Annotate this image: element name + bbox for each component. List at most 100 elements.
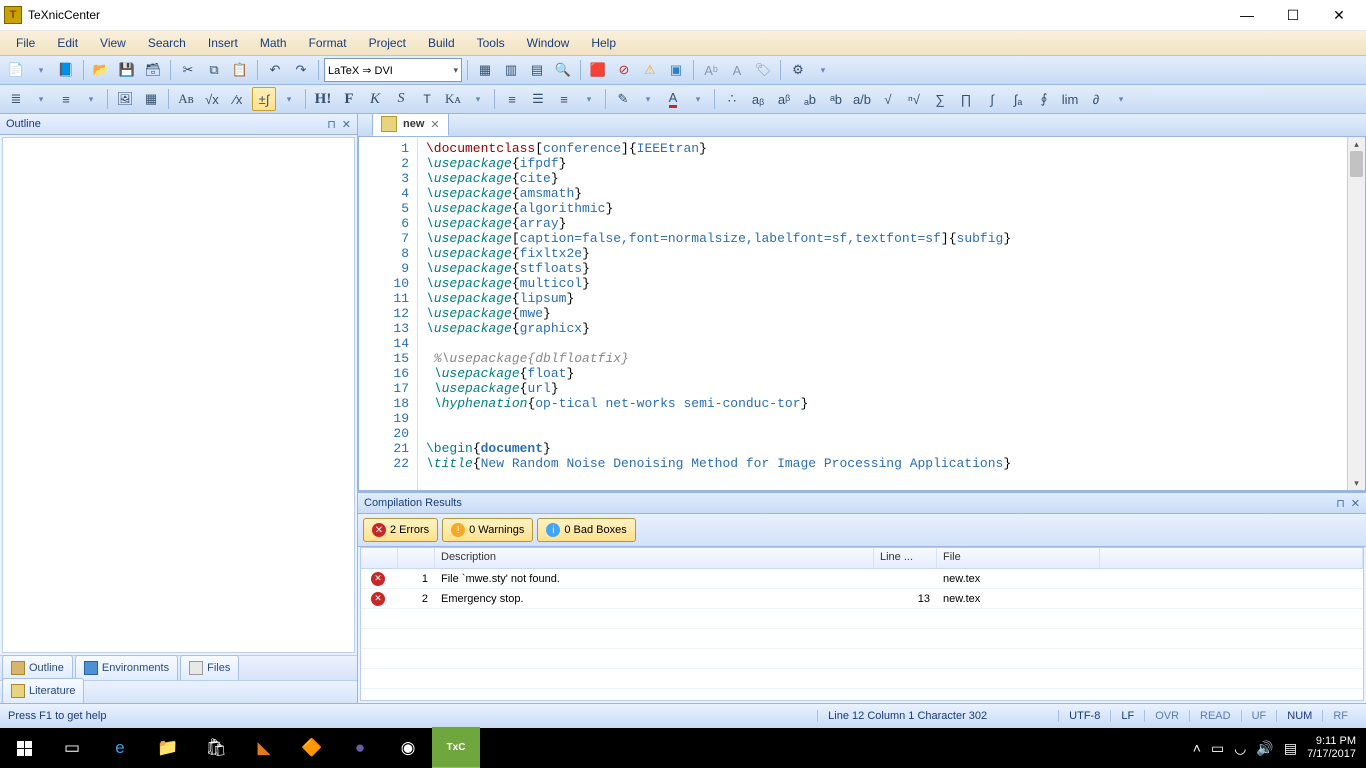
close-button[interactable]: ✕ — [1316, 0, 1362, 30]
tray-action-icon[interactable]: ▤ — [1284, 740, 1297, 757]
number-dropdown[interactable]: ▾ — [80, 94, 102, 105]
menu-project[interactable]: Project — [359, 33, 416, 53]
table-button[interactable]: ▦ — [139, 87, 163, 111]
math-tool-5[interactable]: ᵃb — [824, 87, 848, 111]
col-line[interactable]: Line ... — [874, 548, 937, 568]
minimize-button[interactable]: — — [1224, 0, 1270, 30]
math-tool-13[interactable]: ∮ — [1032, 87, 1056, 111]
menu-insert[interactable]: Insert — [198, 33, 248, 53]
taskbar-explorer[interactable]: 📁 — [144, 728, 192, 768]
copy-button[interactable]: ⧉ — [202, 58, 226, 82]
taskbar-matlab[interactable]: ◣ — [240, 728, 288, 768]
col-description[interactable]: Description — [435, 548, 874, 568]
menu-file[interactable]: File — [6, 33, 45, 53]
math-tool-9[interactable]: ∑ — [928, 87, 952, 111]
new-doc-button[interactable]: 📄 — [4, 58, 28, 82]
bookmark-button[interactable]: 🏷 — [751, 58, 775, 82]
align-right-button[interactable]: ≡ — [552, 87, 576, 111]
warnings-filter-button[interactable]: !0 Warnings — [442, 518, 533, 542]
sqrt-button[interactable]: √x — [200, 87, 224, 111]
math-row-dropdown[interactable]: ▾ — [1110, 94, 1132, 105]
next-error-button[interactable]: ⊘ — [612, 58, 636, 82]
taskbar-chrome[interactable]: ◉ — [384, 728, 432, 768]
open-button[interactable]: 📂 — [89, 58, 113, 82]
math-tool-11[interactable]: ∫ — [980, 87, 1004, 111]
math-tool-6[interactable]: a/b — [850, 87, 874, 111]
outline-tree[interactable] — [2, 137, 355, 653]
bullet-list-button[interactable]: ≣ — [4, 87, 28, 111]
typewriter-button[interactable]: T — [415, 87, 439, 111]
align-left-button[interactable]: ≡ — [500, 87, 524, 111]
align-center-button[interactable]: ☰ — [526, 87, 550, 111]
math-tool-4[interactable]: ₐb — [798, 87, 822, 111]
font-button[interactable]: A — [725, 58, 749, 82]
highlight-button[interactable]: ✎ — [611, 87, 635, 111]
italic-button[interactable]: K — [363, 87, 387, 111]
align-dropdown[interactable]: ▾ — [578, 94, 600, 105]
menu-search[interactable]: Search — [138, 33, 196, 53]
menu-help[interactable]: Help — [581, 33, 626, 53]
smallcaps-button[interactable]: Kᴀ — [441, 87, 465, 111]
spell-check-button[interactable]: Aᵇ — [699, 58, 723, 82]
taskbar-store[interactable]: 🛍 — [192, 728, 240, 768]
math-tool-7[interactable]: √ — [876, 87, 900, 111]
menu-view[interactable]: View — [90, 33, 136, 53]
pane-close-icon[interactable]: ✕ — [342, 118, 351, 131]
comp-close-icon[interactable]: ✕ — [1351, 497, 1360, 510]
col-num[interactable] — [398, 548, 435, 568]
paste-button[interactable]: 📋 — [228, 58, 252, 82]
stop-build-button[interactable]: 🟥 — [586, 58, 610, 82]
cut-button[interactable]: ✂ — [176, 58, 200, 82]
menu-window[interactable]: Window — [517, 33, 580, 53]
save-all-button[interactable]: 🗃 — [141, 58, 165, 82]
color-dropdown[interactable]: ▾ — [687, 94, 709, 105]
task-view-button[interactable]: ▭ — [48, 728, 96, 768]
math-tool-12[interactable]: ∫ₐ — [1006, 87, 1030, 111]
tray-battery-icon[interactable]: ▭ — [1211, 740, 1224, 757]
tray-chevron-icon[interactable]: ˄ — [1193, 740, 1201, 756]
col-file[interactable]: File — [937, 548, 1100, 568]
tab-outline[interactable]: Outline — [2, 655, 73, 680]
tray-wifi-icon[interactable]: ◡ — [1234, 740, 1246, 757]
textrm-button[interactable]: Aв — [174, 87, 198, 111]
build-all-button[interactable]: ▤ — [525, 58, 549, 82]
math-tool-2[interactable]: aᵦ — [746, 87, 770, 111]
slanted-button[interactable]: S — [389, 87, 413, 111]
next-warning-button[interactable]: ⚠ — [638, 58, 662, 82]
highlight-dropdown[interactable]: ▾ — [637, 94, 659, 105]
start-button[interactable] — [0, 728, 48, 768]
new-doc-dropdown[interactable]: ▾ — [30, 65, 52, 76]
tray-volume-icon[interactable]: 🔊 — [1256, 740, 1273, 757]
errors-filter-button[interactable]: ✕2 Errors — [363, 518, 438, 542]
maximize-button[interactable]: ☐ — [1270, 0, 1316, 30]
col-icon[interactable] — [361, 548, 398, 568]
menu-tools[interactable]: Tools — [467, 33, 515, 53]
editor-tab-new[interactable]: new ✕ — [372, 114, 449, 136]
editor-tab-close-icon[interactable]: ✕ — [430, 118, 439, 131]
code-area[interactable]: \documentclass[conference]{IEEEtran}\use… — [418, 137, 1347, 490]
menu-math[interactable]: Math — [250, 33, 297, 53]
tab-environments[interactable]: Environments — [75, 655, 178, 680]
heading-button[interactable]: H! — [311, 87, 335, 111]
vertical-scrollbar[interactable]: ▴ ▾ — [1347, 137, 1365, 490]
taskbar-eclipse[interactable]: ● — [336, 728, 384, 768]
bullet-dropdown[interactable]: ▾ — [30, 94, 52, 105]
math-tool-8[interactable]: ⁿ√ — [902, 87, 926, 111]
result-row[interactable]: ✕1File `mwe.sty' not found.new.tex — [361, 569, 1363, 589]
view-output-button[interactable]: 🔍 — [551, 58, 575, 82]
math-env-button[interactable]: ±∫ — [252, 87, 276, 111]
scroll-up-icon[interactable]: ▴ — [1348, 137, 1365, 151]
redo-button[interactable]: ↷ — [289, 58, 313, 82]
font-dropdown[interactable]: ▾ — [467, 94, 489, 105]
scroll-down-icon[interactable]: ▾ — [1348, 476, 1365, 490]
menu-edit[interactable]: Edit — [47, 33, 88, 53]
menu-format[interactable]: Format — [299, 33, 357, 53]
save-button[interactable]: 💾 — [115, 58, 139, 82]
formula-button[interactable]: ∕x — [226, 87, 250, 111]
math-tool-14[interactable]: lim — [1058, 87, 1082, 111]
math-tool-15[interactable]: ∂ — [1084, 87, 1108, 111]
scroll-thumb[interactable] — [1350, 151, 1363, 177]
pin-icon[interactable]: ⊓ — [327, 118, 336, 131]
new-project-button[interactable]: 📘 — [54, 58, 78, 82]
bold-button[interactable]: F — [337, 87, 361, 111]
